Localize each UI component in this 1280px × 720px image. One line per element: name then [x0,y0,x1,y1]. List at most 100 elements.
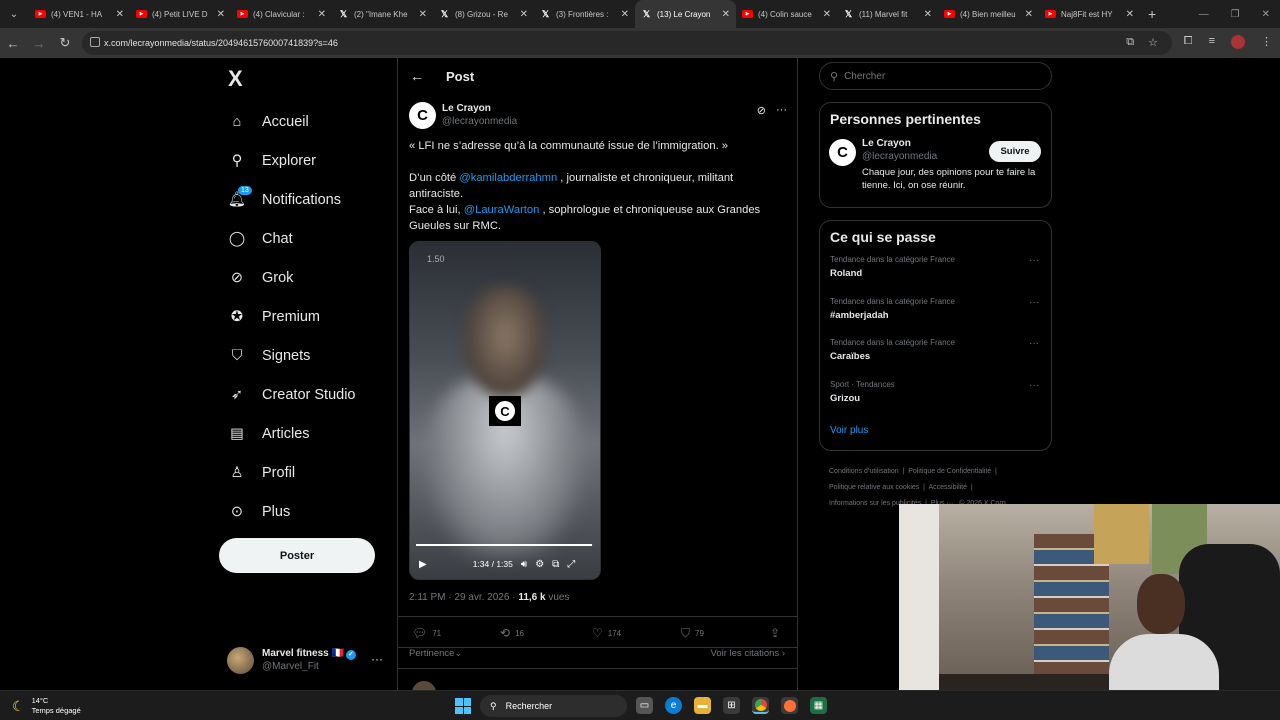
sort-dropdown[interactable]: Pertinence⌄ [409,648,462,659]
browser-tab[interactable]: 𝕏 (8) Grizou - Re ✕ [433,0,534,28]
tab-close-icon[interactable]: ✕ [722,9,730,20]
sidebar-item-creator-studio[interactable]: ➶ Creator Studio [222,375,392,414]
browser-tab[interactable]: ▶ (4) Bien meilleu ✕ [938,0,1039,28]
browser-tab[interactable]: ▶ (4) Petit LIVE D ✕ [130,0,231,28]
trend-more-icon[interactable]: ··· [1029,380,1039,391]
sidebar-item-premium[interactable]: ✪ Premium [222,297,392,336]
forward-icon[interactable]: → [26,36,52,51]
sidebar-item-explorer[interactable]: ⚲ Explorer [222,141,392,180]
sidebar-item-grok[interactable]: ⊘ Grok [222,258,392,297]
tab-close-icon[interactable]: ✕ [823,9,831,20]
fullscreen-icon[interactable]: ⤢ [567,559,575,570]
trend-item[interactable]: Sport · Tendances Grizou ··· [820,380,1051,422]
browser-tab[interactable]: 𝕏 (13) Le Crayon ✕ [635,0,736,28]
chrome-icon[interactable] [752,697,769,714]
tab-close-icon[interactable]: ✕ [924,9,932,20]
browser-tab[interactable]: ▶ (4) Colin sauce ✕ [736,0,837,28]
author-avatar[interactable]: C [409,101,436,129]
maximize-icon[interactable]: ❐ [1231,9,1240,20]
install-app-icon[interactable]: ⧉ [1126,36,1134,49]
address-bar[interactable]: x.com/lecrayonmedia/status/2049461576000… [82,31,1172,55]
sidebar-item-articles[interactable]: ▤ Articles [222,414,392,453]
site-info-icon[interactable] [90,37,100,47]
tab-search-icon[interactable]: ⌄ [3,3,25,25]
browser-tab[interactable]: 𝕏 (11) Marvel fit ✕ [837,0,938,28]
footer-link[interactable]: Accessibilité [929,484,968,491]
browser-tab[interactable]: ▶ (4) Clavicular : ✕ [231,0,332,28]
more-icon[interactable]: ··· [371,652,383,666]
sidebar-item-plus[interactable]: ⊙ Plus [222,492,392,531]
task-view-icon[interactable]: ▭ [636,697,653,714]
post-button[interactable]: Poster [219,538,375,573]
trend-item[interactable]: Tendance dans la catégorie France Caraïbe… [820,338,1051,380]
trend-more-icon[interactable]: ··· [1029,297,1039,308]
account-switcher[interactable]: Marvel fitness 🇫🇷 ✓ @Marvel_Fit ··· [227,644,387,676]
share-button[interactable]: ⇪ [770,626,785,640]
view-quotes-link[interactable]: Voir les citations › [711,648,785,659]
trend-more-icon[interactable]: ··· [1029,338,1039,349]
tab-close-icon[interactable]: ✕ [1025,9,1033,20]
close-window-icon[interactable]: ✕ [1262,9,1270,20]
trend-item[interactable]: Tendance dans la catégorie France Roland ·… [820,255,1051,297]
video-progress-bar[interactable] [416,544,594,546]
sidebar-item-accueil[interactable]: ⌂ Accueil [222,102,392,141]
tab-close-icon[interactable]: ✕ [419,9,427,20]
browser-tab[interactable]: 𝕏 (2) "Imane Khe ✕ [332,0,433,28]
bookmark-star-icon[interactable]: ☆ [1148,36,1158,49]
volume-icon[interactable]: 🔊︎ [521,559,527,570]
sidebar-item-chat[interactable]: ◯ Chat [222,219,392,258]
author-handle[interactable]: @lecrayonmedia [442,115,517,128]
post-more-icon[interactable]: ··· [776,104,787,117]
back-arrow-icon[interactable]: ← [410,68,430,84]
tab-close-icon[interactable]: ✕ [621,9,629,20]
windows-start-icon[interactable] [455,698,471,714]
taskbar-search[interactable]: ⚲ Rechercher [480,695,627,717]
browser-tab[interactable]: 𝕏 (3) Frontières : ✕ [534,0,635,28]
browser-tab[interactable]: ▶ Naj8Fit est HY ✕ [1039,0,1140,28]
tab-close-icon[interactable]: ✕ [1126,9,1134,20]
bookmark-button[interactable]: ⛉ 79 [681,626,704,641]
browser-menu-icon[interactable]: ⋮ [1261,35,1272,49]
see-more-link[interactable]: Voir plus [830,425,1041,436]
post-timestamp[interactable]: 2:11 PM · 29 avr. 2026 · [409,592,518,603]
video-player[interactable]: 1.50 C ▶ 1:34 / 1:35 🔊︎ ⚙︎ ⧉ ⤢ [409,241,601,580]
person-name[interactable]: Le Crayon [862,138,911,149]
browser-profile-avatar[interactable] [1231,35,1245,49]
back-icon[interactable]: ← [0,36,26,51]
grok-icon[interactable]: ⊘ [757,104,766,117]
edge-icon[interactable]: e [665,697,682,714]
footer-link[interactable]: Politique relative aux cookies [829,484,919,491]
tab-close-icon[interactable]: ✕ [520,9,528,20]
new-tab-icon[interactable]: + [1148,6,1156,22]
avatar[interactable]: C [829,139,856,166]
sidebar-item-signets[interactable]: ⛉ Signets [222,336,392,375]
person-item[interactable]: C Le Crayon @lecrayonmedia Suivre Chaque… [820,137,1051,197]
sidebar-item-notifications[interactable]: 🔔︎ Notifications 13 [222,180,392,219]
reply-button[interactable]: 💬︎ 71 [412,626,441,640]
x-logo[interactable]: X [228,66,243,92]
file-explorer-icon[interactable]: ▬ [694,697,711,714]
settings-icon[interactable]: ⚙︎ [535,559,544,570]
browser-tab[interactable]: ▶ (4) VEN1 - HA ✕ [29,0,130,28]
footer-link[interactable]: Politique de Confidentialité [908,468,991,475]
like-button[interactable]: ♡ 174 [592,626,621,640]
trend-item[interactable]: Tendance dans la catégorie France #amberj… [820,297,1051,339]
tab-close-icon[interactable]: ✕ [318,9,326,20]
firefox-icon[interactable] [781,697,798,714]
pip-icon[interactable]: ⧉ [552,559,559,570]
play-icon[interactable]: ▶ [419,559,427,570]
reload-icon[interactable]: ↻ [52,35,78,51]
author-name[interactable]: Le Crayon [442,102,517,115]
weather-widget[interactable]: ☾ 14°C Temps dégagé [12,696,81,716]
repost-button[interactable]: ⟲ 16 [500,626,524,640]
tab-close-icon[interactable]: ✕ [116,9,124,20]
media-icon[interactable]: ≡ [1209,35,1215,49]
footer-link[interactable]: Conditions d’utilisation [829,468,899,475]
tab-close-icon[interactable]: ✕ [217,9,225,20]
extensions-icon[interactable]: ⧠ [1184,35,1193,49]
mention-link[interactable]: @LauraWarton [464,204,540,216]
follow-button[interactable]: Suivre [989,141,1041,162]
sidebar-item-profil[interactable]: ♙ Profil [222,453,392,492]
trend-more-icon[interactable]: ··· [1029,255,1039,266]
mention-link[interactable]: @kamilabderrahmn [459,172,557,184]
